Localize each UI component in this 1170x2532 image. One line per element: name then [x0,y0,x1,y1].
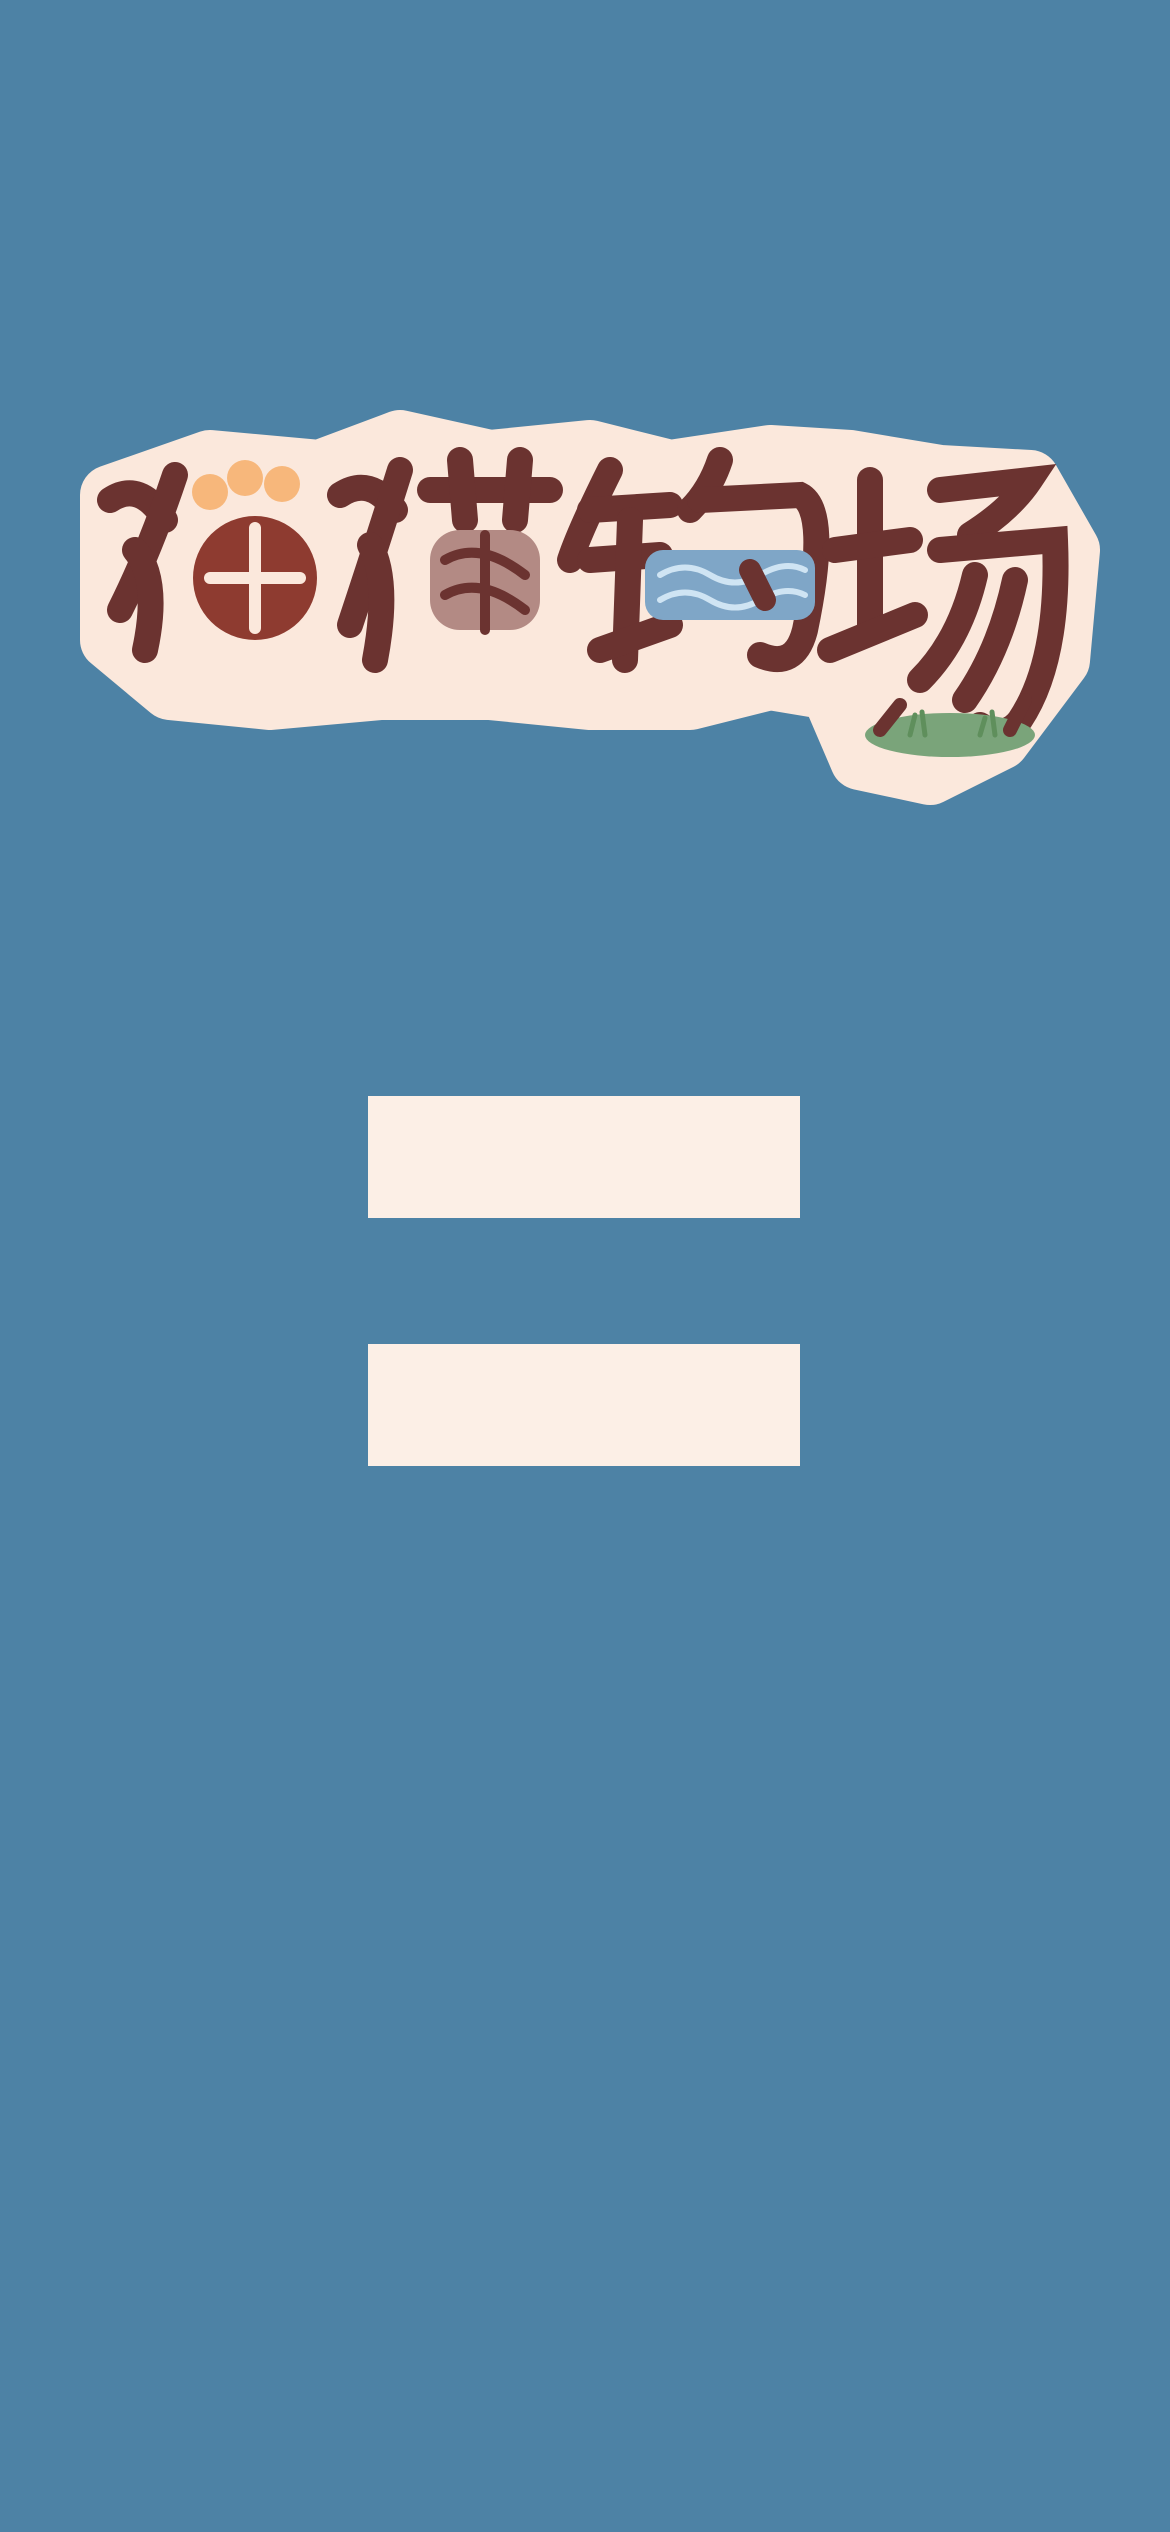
game-logo [70,400,1110,820]
menu-button-primary[interactable] [368,1096,800,1218]
title-screen [0,0,1170,2532]
menu-button-secondary[interactable] [368,1344,800,1466]
